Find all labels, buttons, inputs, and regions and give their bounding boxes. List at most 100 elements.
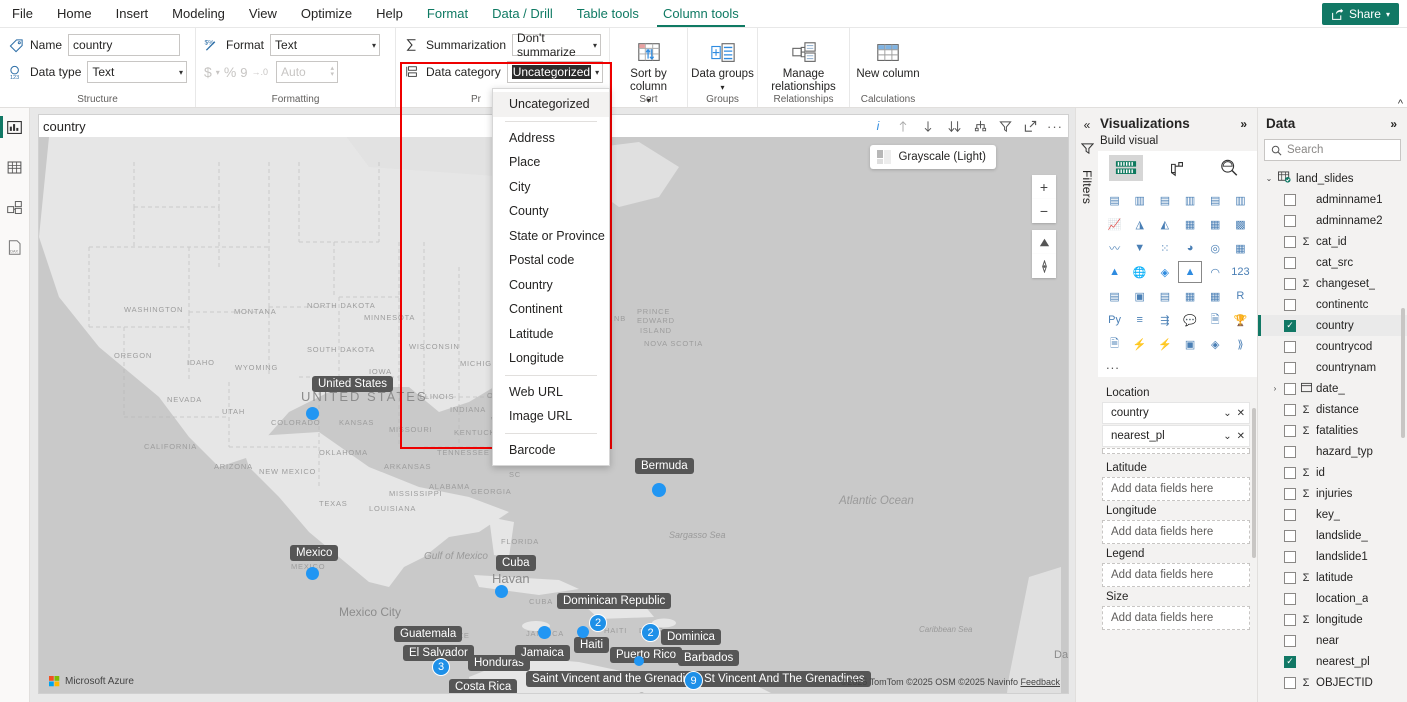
field-row-fatalities[interactable]: Σfatalities [1258, 420, 1407, 441]
map-data-bubble[interactable] [634, 656, 644, 666]
name-input[interactable] [68, 34, 180, 56]
field-checkbox[interactable] [1284, 509, 1296, 521]
menu-item-city[interactable]: City [493, 175, 609, 200]
visual-type-shape-map[interactable]: ▲ [1178, 261, 1202, 283]
collapse-ribbon-icon[interactable]: ^ [1398, 98, 1403, 110]
menu-item-latitude[interactable]: Latitude [493, 322, 609, 347]
field-checkbox[interactable] [1284, 215, 1296, 227]
menu-item-uncategorized[interactable]: Uncategorized [493, 92, 609, 117]
map-data-bubble[interactable] [538, 626, 551, 639]
field-checkbox[interactable] [1284, 299, 1296, 311]
field-row-continentc[interactable]: continentc [1258, 294, 1407, 315]
menu-item-county[interactable]: County [493, 199, 609, 224]
visual-type-gallery[interactable]: ▤▥▤▥▤▥📈◮◭▦▦▩〰▼⁙◕◎▦▲🌐◈▲◠123▤▣▤▦▦RPy≡⇶💬🗎🏆🗎… [1098, 185, 1257, 357]
more-options-icon[interactable]: ··· [1048, 119, 1062, 133]
well-chip[interactable]: nearest_pl⌄✕ [1102, 425, 1250, 447]
visual-type-q-and-a[interactable]: 💬 [1178, 309, 1202, 331]
map-cluster-bubble[interactable]: 2 [641, 623, 660, 642]
map-data-bubble[interactable] [495, 585, 508, 598]
map-location-pin[interactable]: Bermuda [635, 458, 694, 474]
field-checkbox[interactable] [1284, 425, 1296, 437]
tab-analytics[interactable] [1212, 155, 1246, 181]
map-location-pin[interactable]: Haiti [574, 637, 609, 653]
feedback-link[interactable]: Feedback [1020, 677, 1060, 687]
visual-type-gauge[interactable]: ◠ [1203, 261, 1227, 283]
ribbon-tab-optimize[interactable]: Optimize [289, 0, 364, 27]
new-column-button[interactable]: New column [852, 34, 924, 81]
visual-type-100-stacked-bar-chart[interactable]: ▤ [1203, 189, 1227, 211]
visual-type-clustered-bar-chart[interactable]: ▤ [1153, 189, 1177, 211]
field-checkbox[interactable] [1284, 236, 1296, 248]
summarization-dropdown[interactable]: Don't summarize ▾ [512, 34, 601, 56]
map-location-pin[interactable]: Mexico [290, 545, 338, 561]
ribbon-tab-help[interactable]: Help [364, 0, 415, 27]
field-row-location_a[interactable]: location_a [1258, 588, 1407, 609]
visual-type-multi-row-card[interactable]: ▤ [1103, 285, 1127, 307]
visual-type-kpi[interactable]: ▣ [1128, 285, 1152, 307]
field-row-country[interactable]: ✓country [1258, 315, 1407, 336]
visual-type-stacked-bar-chart[interactable]: ▤ [1103, 189, 1127, 211]
field-row-latitude[interactable]: Σlatitude [1258, 567, 1407, 588]
dax-query-view-icon[interactable]: DAX [4, 236, 26, 258]
field-tree[interactable]: ⌄land_slidesadminname1adminname2Σcat_idc… [1258, 165, 1407, 702]
map-cluster-bubble[interactable]: 3 [432, 658, 450, 676]
chevron-down-icon[interactable]: ⌄ [1223, 431, 1231, 442]
drill-down-icon[interactable] [973, 119, 987, 133]
focus-mode-icon[interactable] [1023, 119, 1037, 133]
field-row-key_[interactable]: key_ [1258, 504, 1407, 525]
well-drop-longitude[interactable]: Add data fields here [1102, 520, 1250, 544]
ribbon-tab-data-drill[interactable]: Data / Drill [480, 0, 565, 27]
ribbon-tab-format[interactable]: Format [415, 0, 480, 27]
visual-type-power-bi-flow[interactable]: ⟫ [1228, 333, 1252, 355]
field-checkbox[interactable] [1284, 593, 1296, 605]
visual-type-map[interactable]: ▲ [1103, 261, 1127, 283]
manage-relationships-button[interactable]: Manage relationships [760, 34, 848, 94]
visual-type-smart-narrative[interactable]: ▣ [1178, 333, 1202, 355]
expand-visualizations-icon[interactable]: » [1240, 117, 1251, 131]
field-checkbox[interactable] [1284, 635, 1296, 647]
field-checkbox[interactable] [1284, 530, 1296, 542]
thousands-separator-button[interactable]: 9 [240, 65, 247, 80]
format-dropdown[interactable]: Text ▾ [270, 34, 380, 56]
visual-type-arcgis-maps[interactable]: ⚡ [1153, 333, 1177, 355]
map-data-bubble[interactable] [577, 626, 589, 638]
model-view-icon[interactable] [4, 196, 26, 218]
field-row-id[interactable]: Σid [1258, 462, 1407, 483]
field-row-changeset_[interactable]: Σchangeset_ [1258, 273, 1407, 294]
visual-type-stacked-area-chart[interactable]: ◭ [1153, 213, 1177, 235]
field-row-countrycod[interactable]: countrycod [1258, 336, 1407, 357]
visual-type-donut-chart[interactable]: ◎ [1203, 237, 1227, 259]
field-row-distance[interactable]: Σdistance [1258, 399, 1407, 420]
field-row-longitude[interactable]: Σlongitude [1258, 609, 1407, 630]
field-row-adminname2[interactable]: adminname2 [1258, 210, 1407, 231]
visual-type-line-and-stacked-column-chart[interactable]: ▦ [1178, 213, 1202, 235]
decimal-places-button[interactable]: →.0 [252, 67, 269, 77]
tab-build-visual-fields[interactable] [1109, 155, 1143, 181]
menu-item-state-or-province[interactable]: State or Province [493, 224, 609, 249]
visual-type-scatter-chart[interactable]: ⁙ [1153, 237, 1177, 259]
up-arrow-icon[interactable] [896, 119, 910, 133]
visual-type-funnel-chart[interactable]: ▼ [1128, 237, 1152, 259]
filters-icon[interactable] [1081, 142, 1094, 158]
field-checkbox[interactable] [1284, 551, 1296, 563]
field-row-near[interactable]: near [1258, 630, 1407, 651]
report-view-icon[interactable] [4, 116, 26, 138]
percent-button[interactable]: % [224, 64, 236, 80]
visual-type-stacked-column-chart[interactable]: ▥ [1128, 189, 1152, 211]
field-checkbox[interactable] [1284, 446, 1296, 458]
field-row-countrynam[interactable]: countrynam [1258, 357, 1407, 378]
expand-data-pane-icon[interactable]: » [1390, 117, 1401, 131]
menu-item-address[interactable]: Address [493, 126, 609, 151]
field-row-date_[interactable]: ›date_ [1258, 378, 1407, 399]
field-row-injuries[interactable]: Σinjuries [1258, 483, 1407, 504]
field-checkbox[interactable] [1284, 404, 1296, 416]
field-row-objectid[interactable]: ΣOBJECTID [1258, 672, 1407, 693]
remove-field-icon[interactable]: ✕ [1237, 431, 1245, 442]
visual-type-ribbon-chart[interactable]: ▩ [1228, 213, 1252, 235]
filter-icon[interactable] [998, 119, 1012, 133]
field-row-cat_id[interactable]: Σcat_id [1258, 231, 1407, 252]
visual-type-power-automate[interactable]: ⚡ [1128, 333, 1152, 355]
map-data-bubble[interactable] [652, 483, 666, 497]
visual-type-azure-map[interactable]: ◈ [1153, 261, 1177, 283]
field-row-landslide1[interactable]: landslide1 [1258, 546, 1407, 567]
